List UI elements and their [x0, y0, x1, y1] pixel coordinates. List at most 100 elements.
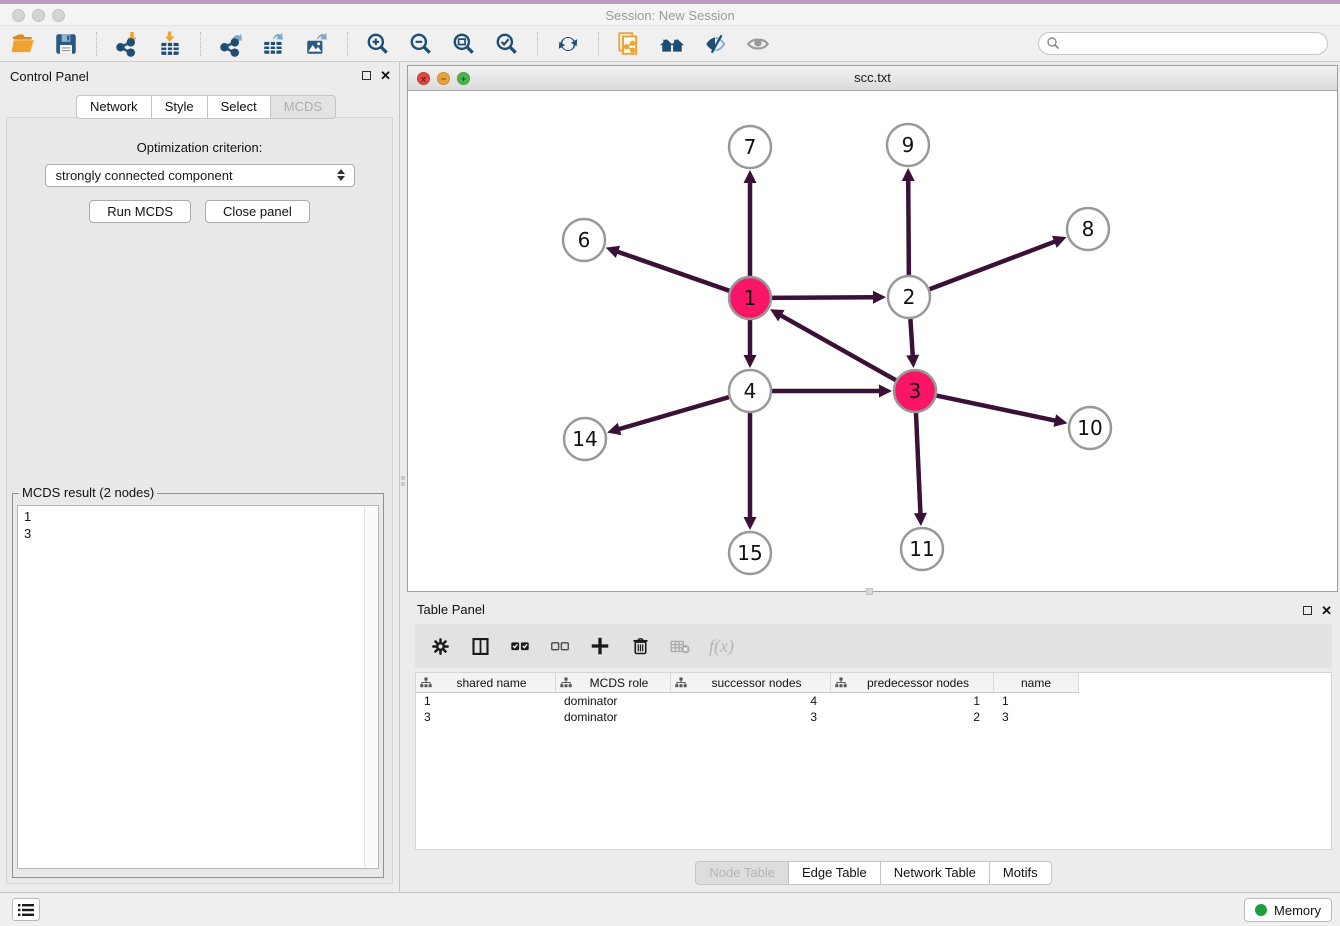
delete-column-icon[interactable] [629, 635, 651, 657]
node-table: shared name MCDS role successor nodes pr… [415, 672, 1332, 850]
network-resize-handle[interactable] [866, 588, 873, 595]
graph-edge-arrow [879, 385, 892, 398]
close-panel-icon[interactable]: ✕ [380, 70, 391, 81]
hide-graphics-details-icon[interactable] [702, 31, 728, 57]
result-scrollbar[interactable] [364, 507, 377, 867]
main-toolbar [0, 26, 1340, 62]
app-titlebar: Session: New Session [0, 0, 1340, 26]
export-table-icon[interactable] [261, 31, 287, 57]
search-input[interactable] [1038, 32, 1328, 55]
clone-network-icon[interactable] [616, 31, 642, 57]
graph-node-label-7: 7 [744, 135, 757, 159]
graph-edge-arrow [873, 291, 886, 304]
export-image-icon[interactable] [304, 31, 330, 57]
apply-layout-icon[interactable] [555, 31, 581, 57]
table-settings-icon[interactable] [429, 635, 451, 657]
graph-edge-arrow [744, 170, 757, 183]
deselect-all-columns-icon[interactable] [549, 635, 571, 657]
tab-style[interactable]: Style [152, 95, 208, 119]
float-table-panel-icon[interactable] [1303, 606, 1312, 615]
column-header-predecessor-nodes[interactable]: predecessor nodes [831, 673, 994, 693]
column-header-mcds-role[interactable]: MCDS role [556, 673, 671, 693]
memory-status-icon [1255, 904, 1267, 916]
table-row[interactable]: 3 dominator 3 2 3 [416, 709, 1331, 725]
show-all-networks-icon[interactable] [659, 31, 685, 57]
graph-edge-1-2[interactable] [767, 297, 875, 298]
network-view-window: x − + scc.txt 7968124314101511 [407, 65, 1338, 592]
tab-network[interactable]: Network [76, 95, 152, 119]
run-mcds-button[interactable]: Run MCDS [89, 200, 191, 223]
import-network-icon[interactable] [114, 31, 140, 57]
open-session-icon[interactable] [10, 31, 36, 57]
column-visibility-icon[interactable] [469, 635, 491, 657]
search-icon [1046, 36, 1060, 53]
float-panel-icon[interactable] [362, 71, 371, 80]
select-stepper-icon [337, 169, 345, 181]
graph-edge-2-9[interactable] [908, 179, 909, 280]
mcds-result-line: 3 [24, 525, 372, 542]
toolbar-separator [200, 32, 201, 56]
close-panel-button[interactable]: Close panel [205, 200, 310, 223]
import-table-icon[interactable] [157, 31, 183, 57]
tab-node-table[interactable]: Node Table [695, 861, 789, 885]
mcds-result-box: MCDS result (2 nodes) 1 3 [12, 493, 384, 878]
add-column-icon[interactable] [589, 635, 611, 657]
zoom-selected-icon[interactable] [494, 31, 520, 57]
network-canvas[interactable]: 7968124314101511 [408, 92, 1337, 591]
graph-edge-1-6[interactable] [616, 251, 734, 292]
graph-edge-3-1[interactable] [780, 315, 901, 383]
save-session-icon[interactable] [53, 31, 79, 57]
tab-network-table[interactable]: Network Table [881, 861, 990, 885]
toolbar-separator [347, 32, 348, 56]
column-header-shared-name[interactable]: shared name [416, 673, 556, 693]
graph-edge-arrow [607, 423, 621, 435]
optimization-criterion-label: Optimization criterion: [7, 140, 392, 155]
table-row[interactable]: 1 dominator 4 1 1 [416, 693, 1331, 709]
cell-mcds-role: dominator [556, 710, 671, 724]
tab-select[interactable]: Select [208, 95, 271, 119]
optimization-criterion-select[interactable]: strongly connected component [45, 164, 355, 187]
list-icon [17, 903, 35, 917]
table-panel-title: Table Panel [417, 602, 485, 617]
task-history-button[interactable] [12, 898, 40, 921]
mcds-result-legend: MCDS result (2 nodes) [19, 485, 157, 500]
graph-edge-arrow [914, 513, 927, 526]
graph-edge-arrow [902, 168, 915, 181]
tab-mcds[interactable]: MCDS [271, 95, 336, 119]
cell-mcds-role: dominator [556, 694, 671, 708]
memory-button[interactable]: Memory [1244, 898, 1332, 922]
cell-successor-nodes: 4 [671, 694, 831, 708]
memory-label: Memory [1274, 903, 1321, 918]
search-container [1038, 32, 1328, 55]
graph-edge-2-3[interactable] [910, 314, 913, 357]
control-panel-title: Control Panel [10, 69, 89, 84]
network-window-titlebar[interactable]: x − + scc.txt [408, 66, 1337, 91]
cell-name: 1 [994, 694, 1079, 708]
graph-edge-arrow [744, 517, 757, 530]
zoom-out-icon[interactable] [408, 31, 434, 57]
zoom-fit-icon[interactable] [451, 31, 477, 57]
graph-edge-4-14[interactable] [618, 396, 734, 430]
export-network-icon[interactable] [218, 31, 244, 57]
table-panel: Table Panel ✕ f(x) [407, 597, 1340, 892]
mcds-result-text[interactable]: 1 3 [17, 505, 379, 869]
graph-edge-arrow [606, 246, 620, 258]
table-tabs: Node Table Edge Table Network Table Moti… [407, 861, 1340, 885]
tab-edge-table[interactable]: Edge Table [789, 861, 881, 885]
tab-motifs[interactable]: Motifs [990, 861, 1052, 885]
select-all-columns-icon[interactable] [509, 635, 531, 657]
column-header-name[interactable]: name [994, 673, 1079, 693]
graph-node-label-10: 10 [1077, 416, 1102, 440]
cell-shared-name: 1 [416, 694, 556, 708]
graph-edge-3-11[interactable] [916, 408, 921, 515]
column-header-successor-nodes[interactable]: successor nodes [671, 673, 831, 693]
hierarchy-icon [675, 677, 687, 689]
show-graphics-details-icon[interactable] [745, 31, 771, 57]
zoom-in-icon[interactable] [365, 31, 391, 57]
close-table-panel-icon[interactable]: ✕ [1321, 605, 1332, 616]
toolbar-separator [96, 32, 97, 56]
network-graph[interactable]: 7968124314101511 [408, 92, 1337, 592]
graph-edge-3-10[interactable] [932, 395, 1057, 421]
graph-edge-2-8[interactable] [925, 241, 1056, 291]
panel-splitter-handle[interactable] [400, 468, 406, 494]
